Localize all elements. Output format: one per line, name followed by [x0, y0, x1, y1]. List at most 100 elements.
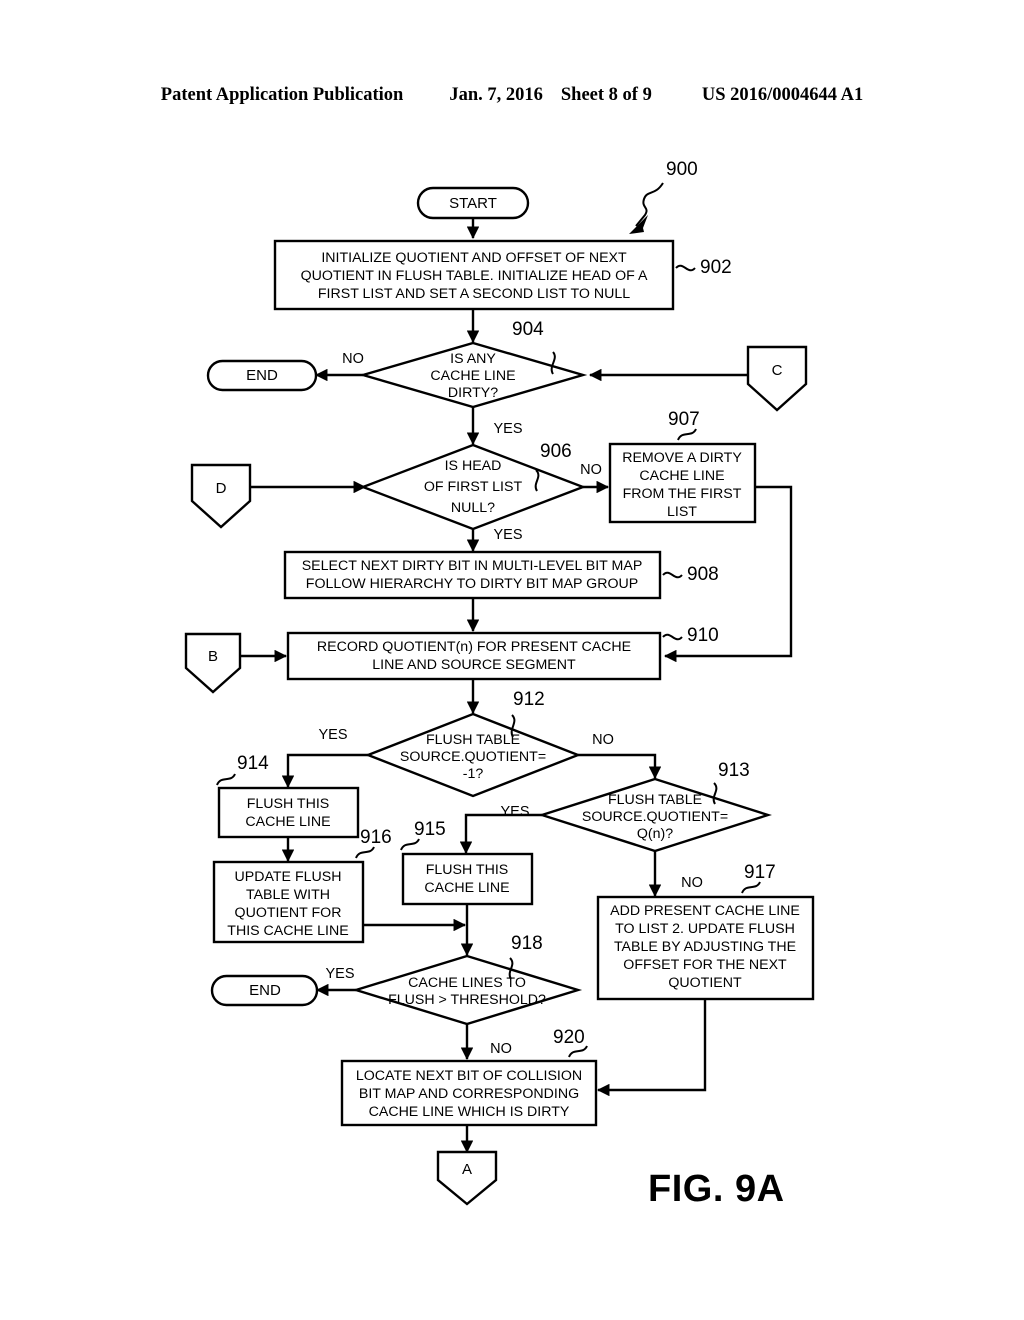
node-916-line-3: QUOTIENT FOR — [235, 905, 342, 921]
node-908: SELECT NEXT DIRTY BIT IN MULTI-LEVEL BIT… — [283, 550, 719, 600]
node-917-line-2: TO LIST 2. UPDATE FLUSH — [615, 921, 795, 937]
edge-label-906-yes: YES — [493, 527, 522, 543]
ref-label-920: 920 — [553, 1027, 585, 1048]
end-1-label: END — [246, 367, 278, 384]
ref-label-907: 907 — [668, 409, 700, 430]
node-917: ADD PRESENT CACHE LINE TO LIST 2. UPDATE… — [596, 862, 815, 1001]
node-910-line-1: RECORD QUOTIENT(n) FOR PRESENT CACHE — [317, 639, 631, 655]
edge-label-913-yes: YES — [500, 804, 529, 820]
edge-label-904-no: NO — [342, 351, 364, 367]
edge-label-912-no: NO — [592, 732, 614, 748]
edge-913-yes-to-915 — [459, 813, 542, 854]
node-914-line-2: CACHE LINE — [245, 814, 330, 830]
node-916-line-2: TABLE WITH — [246, 887, 330, 903]
ref-label-916: 916 — [360, 827, 392, 848]
connector-a: A — [436, 1150, 498, 1206]
node-907: REMOVE A DIRTY CACHE LINE FROM THE FIRST… — [608, 409, 757, 524]
node-end-2: END — [210, 974, 319, 1007]
ref-label-917: 917 — [744, 862, 776, 883]
node-904-line-2: CACHE LINE — [430, 368, 515, 384]
ref-label-915: 915 — [414, 819, 446, 840]
ref-label-906: 906 — [540, 441, 572, 462]
node-920-line-1: LOCATE NEXT BIT OF COLLISION — [356, 1068, 582, 1084]
start-label: START — [449, 195, 497, 212]
node-904-line-1: IS ANY — [450, 351, 496, 367]
patent-figure-page: Patent Application Publication Jan. 7, 2… — [0, 0, 1024, 1320]
connector-b: B — [184, 632, 242, 694]
ref-label-912: 912 — [513, 689, 545, 710]
node-906-line-2: OF FIRST LIST — [424, 479, 523, 495]
edge-label-918-yes: YES — [325, 966, 354, 982]
header-publication-number: US 2016/0004644 A1 — [701, 85, 864, 105]
node-920: LOCATE NEXT BIT OF COLLISION BIT MAP AND… — [340, 1027, 598, 1127]
node-910-line-2: LINE AND SOURCE SEGMENT — [372, 657, 576, 673]
edge-912-yes-to-914 — [281, 753, 368, 788]
node-906-line-1: IS HEAD — [445, 458, 502, 474]
node-912-line-1: FLUSH TABLE — [426, 732, 520, 748]
edge-912-no-to-913 — [578, 753, 662, 779]
diagram-ref-900: 900 — [629, 159, 698, 234]
ref-label-918: 918 — [511, 933, 543, 954]
node-917-line-1: ADD PRESENT CACHE LINE — [610, 903, 800, 919]
node-920-line-3: CACHE LINE WHICH IS DIRTY — [369, 1104, 570, 1120]
node-917-line-4: OFFSET FOR THE NEXT — [623, 957, 787, 973]
node-end-1: END — [206, 359, 318, 392]
ref-label-900: 900 — [666, 159, 698, 180]
ref-label-902: 902 — [700, 257, 732, 278]
node-913-line-1: FLUSH TABLE — [608, 792, 702, 808]
node-912-line-2: SOURCE.QUOTIENT= — [400, 749, 546, 765]
ref-label-913: 913 — [718, 760, 750, 781]
node-917-line-3: TABLE BY ADJUSTING THE — [614, 939, 796, 955]
node-907-line-2: CACHE LINE — [639, 468, 724, 484]
node-913-line-2: SOURCE.QUOTIENT= — [582, 809, 728, 825]
edge-label-912-yes: YES — [318, 727, 347, 743]
node-908-line-2: FOLLOW HIERARCHY TO DIRTY BIT MAP GROUP — [306, 576, 638, 592]
node-902-line-2: QUOTIENT IN FLUSH TABLE. INITIALIZE HEAD… — [301, 268, 648, 284]
header-date: Jan. 7, 2016 — [449, 85, 543, 105]
connector-b-label: B — [208, 648, 218, 665]
connector-d: D — [190, 463, 252, 529]
node-915-line-1: FLUSH THIS — [426, 862, 509, 878]
edge-label-913-no: NO — [681, 875, 703, 891]
node-906-line-3: NULL? — [451, 500, 495, 516]
node-907-line-4: LIST — [667, 504, 697, 520]
node-920-line-2: BIT MAP AND CORRESPONDING — [359, 1086, 579, 1102]
flowchart-diagram: 900 START INITIALIZE QUOTIENT AND OFFSET… — [184, 159, 815, 1206]
node-916-line-4: THIS CACHE LINE — [227, 923, 348, 939]
ref-label-908: 908 — [687, 564, 719, 585]
figure-label: FIG. 9A — [648, 1168, 785, 1210]
node-907-line-1: REMOVE A DIRTY — [622, 450, 742, 466]
node-912-line-3: -1? — [463, 766, 484, 782]
node-902-line-1: INITIALIZE QUOTIENT AND OFFSET OF NEXT — [321, 250, 627, 266]
node-915-line-2: CACHE LINE — [424, 880, 509, 896]
node-918-line-1: CACHE LINES TO — [408, 975, 526, 991]
node-start: START — [416, 186, 530, 220]
connector-c: C — [746, 345, 808, 412]
node-918-line-2: FLUSH > THRESHOLD? — [388, 992, 546, 1008]
page-header: Patent Application Publication Jan. 7, 2… — [0, 85, 1024, 106]
node-916-line-1: UPDATE FLUSH — [235, 869, 342, 885]
edge-label-918-no: NO — [490, 1041, 512, 1057]
node-910: RECORD QUOTIENT(n) FOR PRESENT CACHE LIN… — [286, 625, 719, 681]
edge-label-904-yes: YES — [493, 421, 522, 437]
node-917-line-5: QUOTIENT — [668, 975, 742, 991]
ref-label-904: 904 — [512, 319, 544, 340]
ref-label-914: 914 — [237, 753, 269, 774]
node-908-line-1: SELECT NEXT DIRTY BIT IN MULTI-LEVEL BIT… — [302, 558, 643, 574]
edge-label-906-no: NO — [580, 462, 602, 478]
connector-d-label: D — [216, 480, 227, 497]
node-904-line-3: DIRTY? — [448, 385, 498, 401]
header-publication: Patent Application Publication — [160, 85, 404, 105]
node-907-line-3: FROM THE FIRST — [623, 486, 742, 502]
node-913-line-3: Q(n)? — [637, 826, 673, 842]
node-902: INITIALIZE QUOTIENT AND OFFSET OF NEXT Q… — [273, 239, 732, 311]
edge-917-to-920 — [597, 999, 707, 1097]
end-2-label: END — [249, 982, 281, 999]
ref-label-910: 910 — [687, 625, 719, 646]
node-914-line-1: FLUSH THIS — [247, 796, 330, 812]
header-sheet: Sheet 8 of 9 — [560, 85, 652, 105]
node-902-line-3: FIRST LIST AND SET A SECOND LIST TO NULL — [318, 286, 630, 302]
connector-a-label: A — [462, 1161, 472, 1178]
node-906: IS HEAD OF FIRST LIST NULL? 906 — [359, 441, 587, 531]
connector-a-shape — [436, 1150, 498, 1206]
